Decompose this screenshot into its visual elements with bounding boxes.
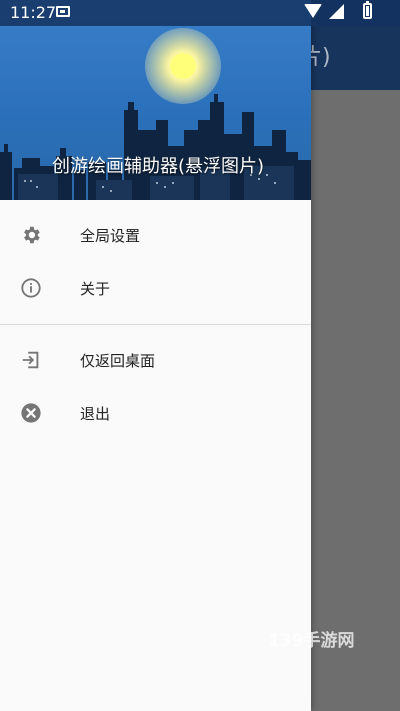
city-skyline-image (0, 94, 311, 200)
menu-item-exit[interactable]: 退出 (0, 388, 311, 440)
info-icon (21, 278, 41, 298)
exit-to-app-icon (22, 351, 39, 369)
navigation-drawer: 创游绘画辅助器(悬浮图片) 全局设置 关于 仅返回桌面 退出 (0, 0, 311, 711)
battery-icon (363, 1, 372, 19)
watermark-text: 139手游网 (268, 631, 355, 651)
divider (0, 324, 311, 325)
status-bar: 11:27 (0, 0, 400, 26)
notification-icon (56, 6, 70, 17)
menu-item-label: 全局设置 (80, 227, 141, 245)
signal-icon (329, 4, 344, 19)
menu-item-return-home[interactable]: 仅返回桌面 (0, 335, 311, 387)
menu-item-label: 仅返回桌面 (80, 352, 156, 370)
wifi-icon (304, 4, 322, 18)
menu-item-label: 退出 (80, 405, 111, 423)
status-time: 11:27 (10, 3, 57, 22)
menu-item-label: 关于 (80, 280, 111, 298)
menu-item-about[interactable]: 关于 (0, 263, 311, 315)
sun-image (170, 53, 196, 79)
drawer-title: 创游绘画辅助器(悬浮图片) (52, 156, 265, 177)
drawer-header: 创游绘画辅助器(悬浮图片) (0, 0, 311, 200)
gear-icon (24, 226, 40, 244)
close-circle-icon (21, 403, 41, 423)
menu-item-settings[interactable]: 全局设置 (0, 210, 311, 262)
